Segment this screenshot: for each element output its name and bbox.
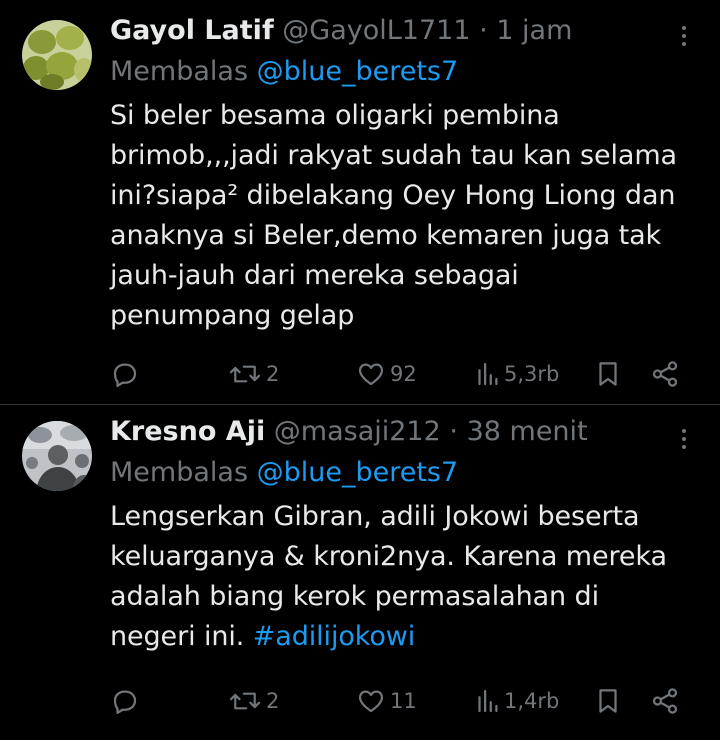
tweet-text-line: Lengserkan Gibran, adili Jokowi beserta: [110, 501, 640, 532]
views-icon: [478, 362, 498, 386]
like-count: 11: [390, 689, 417, 713]
tweet-text-line: keluarganya & kroni2nya. Karena mereka: [110, 541, 667, 572]
separator-dot: ·: [479, 15, 488, 46]
like-count: 92: [390, 362, 417, 386]
tweet[interactable]: Gayol Latif @GayolL1711 · 1 jam Membalas…: [0, 0, 720, 404]
tweet-header: Gayol Latif @GayolL1711 · 1 jam: [110, 10, 690, 52]
tweet-text-line: anaknya si Beler,demo kemaren juga tak: [110, 220, 662, 251]
tweet-text-line: penumpang gelap: [110, 300, 355, 331]
like-button[interactable]: 92: [356, 356, 417, 392]
reply-mention[interactable]: @blue_berets7: [257, 56, 459, 87]
retweet-button[interactable]: 2: [228, 356, 279, 392]
tweet-text: Si beler besama oligarki pembina brimob,…: [110, 96, 690, 336]
bookmark-icon: [599, 689, 617, 713]
tweet-content: Kresno Aji @masaji212 · 38 menit Membala…: [110, 411, 690, 657]
bookmark-button[interactable]: [594, 683, 622, 719]
tweet-text-line: adalah biang kerok permasalahan di: [110, 581, 599, 612]
reply-context: Membalas @blue_berets7: [110, 453, 690, 493]
tweet-header: Kresno Aji @masaji212 · 38 menit: [110, 411, 690, 453]
avatar[interactable]: [22, 20, 92, 90]
avatar[interactable]: [22, 421, 92, 491]
tweet-actions: 2 92 5,3rb: [110, 356, 690, 392]
user-handle[interactable]: @GayolL1711: [282, 15, 470, 46]
views-icon: [478, 689, 498, 713]
avatar-image: [22, 421, 92, 491]
tweet-text-line: negeri ini. #adilijokowi: [110, 617, 690, 657]
views-button[interactable]: 5,3rb: [474, 356, 559, 392]
tweet-text-line: Si beler besama oligarki pembina: [110, 100, 560, 131]
reply-icon: [113, 363, 137, 387]
views-button[interactable]: 1,4rb: [474, 683, 559, 719]
more-options-icon[interactable]: [674, 425, 694, 455]
user-handle[interactable]: @masaji212: [274, 416, 441, 447]
tweet-text-line: jauh-jauh dari mereka sebagai: [110, 260, 519, 291]
timestamp[interactable]: 38 menit: [467, 416, 588, 447]
tweet-content: Gayol Latif @GayolL1711 · 1 jam Membalas…: [110, 10, 690, 336]
separator-dot: ·: [449, 416, 458, 447]
retweet-icon: [229, 692, 261, 710]
reply-prefix: Membalas: [110, 56, 249, 87]
heart-icon: [358, 690, 384, 713]
reply-icon: [113, 690, 137, 714]
tweet-text-line: brimob,,,jadi rakyat sudah tau kan selam…: [110, 140, 677, 171]
display-name[interactable]: Gayol Latif: [110, 15, 274, 46]
bookmark-button[interactable]: [594, 356, 622, 392]
tweet-text-segment: negeri ini.: [110, 621, 245, 652]
heart-icon: [358, 363, 384, 386]
reply-button[interactable]: [110, 683, 140, 719]
tweet-text-line: ini?siapa² dibelakang Oey Hong Liong dan: [110, 180, 676, 211]
views-count: 1,4rb: [504, 689, 560, 713]
reply-prefix: Membalas: [110, 457, 249, 488]
like-button[interactable]: 11: [356, 683, 417, 719]
reply-mention[interactable]: @blue_berets7: [257, 457, 459, 488]
retweet-icon: [229, 365, 261, 383]
share-button[interactable]: [650, 356, 680, 392]
avatar-image: [22, 20, 92, 90]
tweet-text: Lengserkan Gibran, adili Jokowi beserta …: [110, 497, 690, 657]
retweet-count: 2: [266, 689, 280, 713]
timestamp[interactable]: 1 jam: [496, 15, 572, 46]
share-icon: [652, 688, 678, 714]
display-name[interactable]: Kresno Aji: [110, 416, 265, 447]
bookmark-icon: [599, 362, 617, 386]
tweet-actions: 2 11 1,4rb: [110, 683, 690, 719]
retweet-count: 2: [266, 362, 280, 386]
more-options-icon[interactable]: [674, 22, 694, 52]
share-icon: [652, 361, 678, 387]
reply-button[interactable]: [110, 356, 140, 392]
tweet[interactable]: Kresno Aji @masaji212 · 38 menit Membala…: [0, 404, 720, 740]
hashtag-link[interactable]: #adilijokowi: [253, 621, 416, 652]
views-count: 5,3rb: [504, 362, 560, 386]
share-button[interactable]: [650, 683, 680, 719]
retweet-button[interactable]: 2: [228, 683, 279, 719]
reply-context: Membalas @blue_berets7: [110, 52, 690, 92]
